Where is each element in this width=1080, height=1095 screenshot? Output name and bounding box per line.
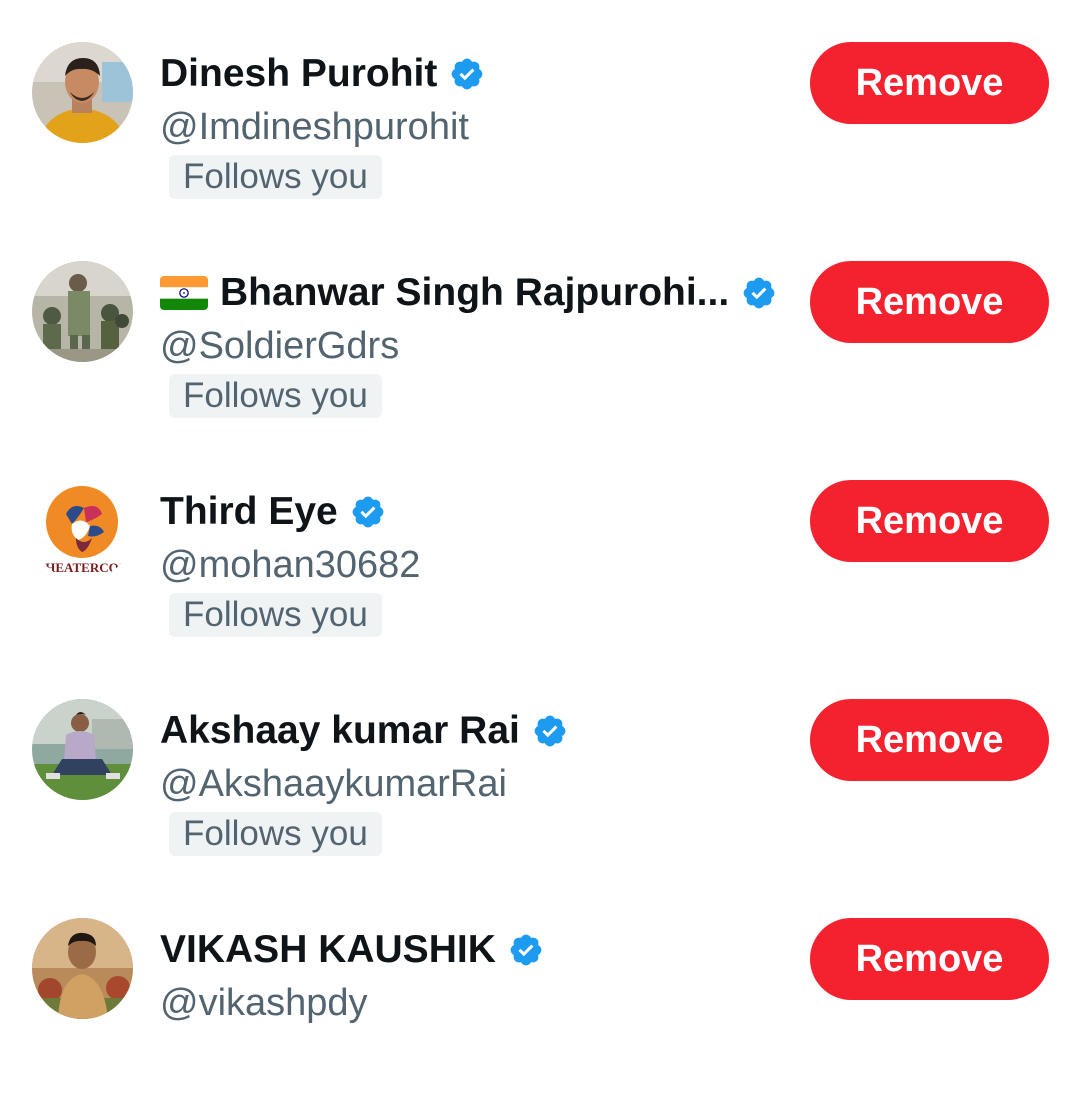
name-line: VIKASH KAUSHIK [160,926,544,974]
name-line: Dinesh Purohit [160,50,485,98]
display-name[interactable]: VIKASH KAUSHIK [160,928,496,972]
remove-button[interactable]: Remove [810,699,1049,781]
display-name[interactable]: Bhanwar Singh Rajpurohi... [220,271,729,315]
remove-button[interactable]: Remove [810,261,1049,343]
follows-you-label: Follows you [169,374,382,418]
verified-badge-icon [532,713,568,749]
remove-button[interactable]: Remove [810,42,1049,124]
avatar[interactable] [32,42,133,143]
follower-row[interactable]: Dinesh Purohit @Imdineshpurohit Follows … [0,0,1080,219]
follows-you-label: Follows you [169,812,382,856]
verified-badge-icon [741,275,777,311]
avatar[interactable]: 'HEATERCO' [32,480,133,581]
verified-badge-icon [508,932,544,968]
follower-row[interactable]: VIKASH KAUSHIK @vikashpdy Remove [0,876,1080,1095]
verified-badge-icon [449,56,485,92]
name-line: Third Eye [160,488,386,536]
follower-row[interactable]: Akshaay kumar Rai @AkshaaykumarRai Follo… [0,657,1080,876]
follows-you-label: Follows you [169,155,382,199]
handle: @mohan30682 [160,544,421,586]
remove-button[interactable]: Remove [810,918,1049,1000]
remove-button[interactable]: Remove [810,480,1049,562]
handle: @SoldierGdrs [160,325,400,367]
india-flag-icon [160,276,208,310]
follower-row[interactable]: 'HEATERCO' Third Eye @mohan30682 Follows… [0,438,1080,657]
follows-you-label: Follows you [169,593,382,637]
handle: @AkshaaykumarRai [160,763,507,805]
avatar[interactable] [32,261,133,362]
avatar[interactable] [32,699,133,800]
display-name[interactable]: Dinesh Purohit [160,52,437,96]
handle: @vikashpdy [160,982,368,1024]
verified-badge-icon [350,494,386,530]
display-name[interactable]: Third Eye [160,490,338,534]
name-line: Bhanwar Singh Rajpurohi... [160,269,777,317]
follower-row[interactable]: Bhanwar Singh Rajpurohi... @SoldierGdrs … [0,219,1080,438]
handle: @Imdineshpurohit [160,106,469,148]
avatar-logo-text: 'HEATERCO' [42,560,123,575]
display-name[interactable]: Akshaay kumar Rai [160,709,520,753]
avatar[interactable] [32,918,133,1019]
name-line: Akshaay kumar Rai [160,707,568,755]
